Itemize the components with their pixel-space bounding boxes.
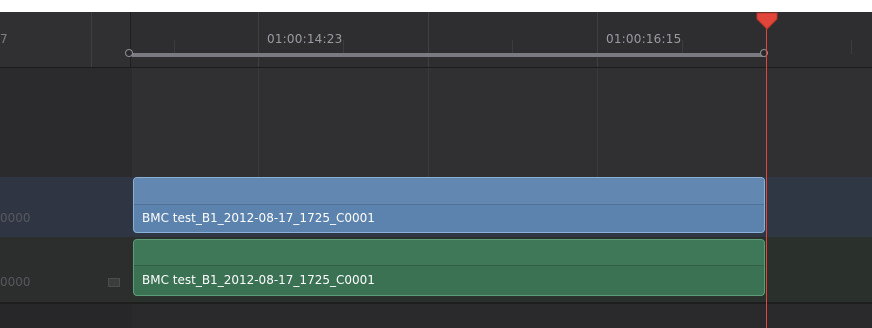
ruler-minor-tick: [512, 40, 513, 54]
timecode-ruler[interactable]: 7 01:00:14:23 01:00:16:15: [0, 12, 872, 68]
grid-line: [428, 68, 429, 177]
audio-clip-waveform-strip: [134, 240, 764, 266]
lower-track-header: [0, 304, 132, 328]
audio-clip-name: BMC test_B1_2012-08-17_1725_C0001: [142, 273, 375, 287]
ruler-minor-tick: [851, 40, 852, 54]
ruler-timecode: 01:00:14:23: [267, 32, 343, 46]
video-clip[interactable]: BMC test_B1_2012-08-17_1725_C0001: [133, 177, 765, 233]
screenshot-frame: 7 01:00:14:23 01:00:16:15 0000 0000 BMC …: [0, 0, 872, 328]
timeline-editor: 7 01:00:14:23 01:00:16:15 0000 0000 BMC …: [0, 12, 872, 328]
video-track-timecode: 0000: [0, 211, 31, 225]
video-clip-name: BMC test_B1_2012-08-17_1725_C0001: [142, 211, 375, 225]
ruler-tick: [597, 12, 598, 67]
audio-clip-icon: [108, 278, 120, 287]
ruler-minor-tick: [174, 40, 175, 54]
video-track-header[interactable]: 0000: [0, 177, 132, 237]
empty-track-header: [0, 68, 132, 177]
audio-track-header[interactable]: 0000: [0, 237, 132, 302]
video-clip-thumbnail-strip: [134, 178, 764, 205]
ruler-minor-tick: [682, 40, 683, 54]
grid-line: [258, 68, 259, 177]
ruler-tick: [428, 12, 429, 67]
playhead-icon[interactable]: [756, 12, 778, 30]
zoom-range-bar[interactable]: [131, 53, 765, 57]
audio-track-timecode: 0000: [0, 275, 31, 289]
ruler-tick: [91, 12, 92, 67]
grid-line: [597, 68, 598, 177]
playhead-line[interactable]: [766, 26, 767, 328]
ruler-header: 7: [0, 12, 131, 67]
ruler-tick: [258, 12, 259, 67]
ruler-minor-tick: [343, 40, 344, 54]
ruler-timecode: 01:00:16:15: [606, 32, 682, 46]
range-handle-icon[interactable]: [125, 49, 133, 57]
empty-track-area[interactable]: [132, 68, 872, 177]
lower-track-area[interactable]: [132, 304, 872, 328]
ruler-partial-timecode: 7: [0, 32, 8, 46]
audio-clip[interactable]: BMC test_B1_2012-08-17_1725_C0001: [133, 239, 765, 296]
